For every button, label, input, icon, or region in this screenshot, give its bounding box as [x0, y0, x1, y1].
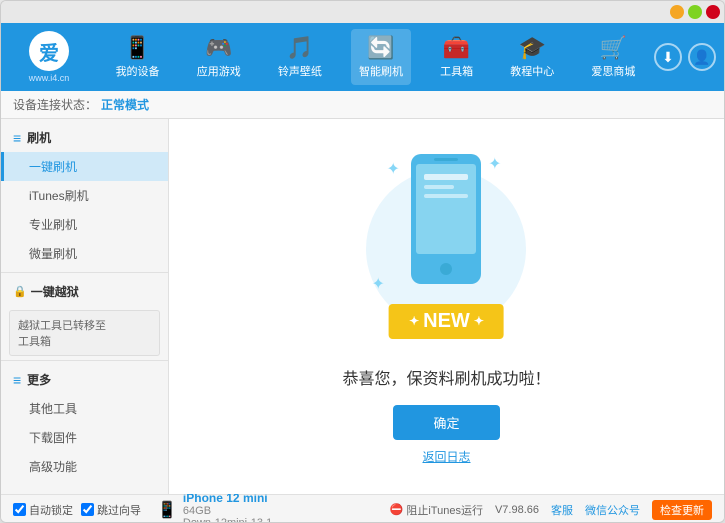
nav-items: 📱 我的设备 🎮 应用游戏 🎵 铃声壁纸 🔄 智能刷机 🧰 工具箱 🎓 — [97, 29, 654, 85]
auto-lock-input[interactable] — [13, 503, 26, 516]
user-button[interactable]: 👤 — [688, 43, 716, 71]
nav-item-tutorial[interactable]: 🎓 教程中心 — [502, 29, 562, 85]
jailbreak-label: 一键越狱 — [31, 283, 79, 300]
sidebar: ≡ 刷机 一键刷机 iTunes刷机 专业刷机 微量刷机 🔒 一键越狱 越狱工具 — [1, 119, 169, 494]
sparkle-1: ✦ — [386, 159, 399, 179]
skip-wizard-checkbox[interactable]: 跳过向导 — [81, 502, 141, 518]
topnav: 爱 www.i4.cn 📱 我的设备 🎮 应用游戏 🎵 铃声壁纸 🔄 智能刷机 — [1, 23, 724, 91]
more-section-label: 更多 — [27, 371, 51, 388]
tutorial-icon: 🎓 — [519, 35, 546, 61]
sidebar-item-download-firmware[interactable]: 下载固件 — [1, 423, 168, 452]
wechat-link[interactable]: 微信公众号 — [585, 502, 640, 518]
minimize-button[interactable] — [670, 5, 684, 19]
nav-label-flash: 智能刷机 — [359, 63, 403, 79]
auto-lock-checkbox[interactable]: 自动锁定 — [13, 502, 73, 518]
sidebar-divider-1 — [1, 272, 168, 273]
logo-icon: 爱 — [29, 31, 69, 71]
nav-item-my-device[interactable]: 📱 我的设备 — [108, 29, 168, 85]
sidebar-item-other-tools[interactable]: 其他工具 — [1, 394, 168, 423]
more-section-icon: ≡ — [13, 372, 21, 388]
apps-icon: 🎮 — [205, 35, 232, 61]
nav-label-ringtones: 铃声壁纸 — [278, 63, 322, 79]
warning-text2: 工具箱 — [18, 333, 151, 349]
check-update-button[interactable]: 检查更新 — [652, 500, 712, 520]
nav-item-smart-flash[interactable]: 🔄 智能刷机 — [351, 29, 411, 85]
version-label: V7.98.66 — [495, 504, 539, 516]
sidebar-item-one-click-flash[interactable]: 一键刷机 — [1, 152, 168, 181]
toolbox-icon: 🧰 — [443, 35, 470, 61]
sidebar-warning-box: 越狱工具已转移至 工具箱 — [9, 310, 160, 356]
status-label: 设备连接状态： — [13, 96, 97, 113]
nav-item-store[interactable]: 🛒 爱思商城 — [583, 29, 643, 85]
sidebar-item-save-data-flash[interactable]: 微量刷机 — [1, 239, 168, 268]
flash-icon: 🔄 — [367, 35, 394, 61]
sidebar-item-pro-flash[interactable]: 专业刷机 — [1, 210, 168, 239]
status-value: 正常模式 — [101, 96, 149, 113]
device-firmware: Down-12mini-13.1 — [183, 517, 272, 523]
statusbar: 设备连接状态： 正常模式 — [1, 91, 724, 119]
device-icon: 📱 — [124, 35, 151, 61]
sidebar-section-more: ≡ 更多 — [1, 365, 168, 394]
customer-service-link[interactable]: 客服 — [551, 502, 573, 518]
stop-itunes-label: 阻止iTunes运行 — [406, 502, 483, 518]
logo-url: www.i4.cn — [29, 73, 70, 83]
nav-label-apps: 应用游戏 — [197, 63, 241, 79]
titlebar — [1, 1, 724, 23]
flash-section-icon: ≡ — [13, 130, 21, 146]
new-star-right: ✦ — [474, 314, 484, 328]
device-phone-icon: 📱 — [157, 500, 177, 520]
sidebar-section-flash: ≡ 刷机 — [1, 123, 168, 152]
device-capacity: 64GB — [183, 505, 272, 517]
footer-right: ⛔ 阻止iTunes运行 V7.98.66 客服 微信公众号 检查更新 — [390, 500, 712, 520]
sidebar-item-itunes-flash[interactable]: iTunes刷机 — [1, 181, 168, 210]
back-link[interactable]: 返回日志 — [422, 448, 470, 465]
nav-label-my-device: 我的设备 — [116, 63, 160, 79]
footer-left: 自动锁定 跳过向导 📱 iPhone 12 mini 64GB Down-12m… — [13, 491, 390, 523]
nav-item-apps-games[interactable]: 🎮 应用游戏 — [189, 29, 249, 85]
logo-symbol: 爱 — [39, 37, 59, 66]
nav-label-tutorial: 教程中心 — [510, 63, 554, 79]
close-button[interactable] — [706, 5, 720, 19]
store-icon: 🛒 — [600, 35, 627, 61]
maximize-button[interactable] — [688, 5, 702, 19]
stop-itunes-icon: ⛔ — [390, 503, 404, 516]
sidebar-divider-2 — [1, 360, 168, 361]
sidebar-jailbreak-section: 🔒 一键越狱 — [1, 277, 168, 306]
nav-item-ringtones[interactable]: 🎵 铃声壁纸 — [270, 29, 330, 85]
logo[interactable]: 爱 www.i4.cn — [9, 31, 89, 83]
device-details: 64GB Down-12mini-13.1 — [183, 505, 272, 523]
warning-text1: 越狱工具已转移至 — [18, 317, 151, 333]
nav-label-toolbox: 工具箱 — [440, 63, 473, 79]
stop-itunes: ⛔ 阻止iTunes运行 — [390, 502, 483, 518]
footer: 自动锁定 跳过向导 📱 iPhone 12 mini 64GB Down-12m… — [1, 494, 724, 523]
lock-icon: 🔒 — [13, 285, 27, 298]
new-badge-text: NEW — [423, 310, 470, 333]
phone-illustration: ✦ ✦ ✦ — [366, 149, 526, 349]
sparkle-2: ✦ — [488, 154, 501, 174]
device-info: 📱 iPhone 12 mini 64GB Down-12mini-13.1 — [157, 491, 272, 523]
ringtones-icon: 🎵 — [286, 35, 313, 61]
skip-wizard-input[interactable] — [81, 503, 94, 516]
nav-label-store: 爱思商城 — [591, 63, 635, 79]
nav-right: ⬇ 👤 — [654, 43, 716, 71]
phone-svg — [406, 149, 486, 289]
download-button[interactable]: ⬇ — [654, 43, 682, 71]
sidebar-item-advanced[interactable]: 高级功能 — [1, 452, 168, 481]
confirm-button[interactable]: 确定 — [393, 405, 499, 440]
main-area: ≡ 刷机 一键刷机 iTunes刷机 专业刷机 微量刷机 🔒 一键越狱 越狱工具 — [1, 119, 724, 494]
new-star-left: ✦ — [409, 314, 419, 328]
main-content: ✦ ✦ ✦ — [169, 119, 724, 494]
sparkle-3: ✦ — [371, 274, 384, 294]
sidebar-section-label: 刷机 — [27, 129, 51, 146]
success-card: ✦ ✦ ✦ — [322, 129, 570, 485]
success-message: 恭喜您，保资料刷机成功啦！ — [342, 365, 550, 389]
nav-item-toolbox[interactable]: 🧰 工具箱 — [432, 29, 481, 85]
